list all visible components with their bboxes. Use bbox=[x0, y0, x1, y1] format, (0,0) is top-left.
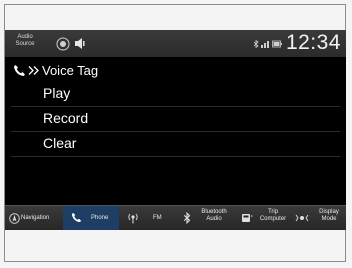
nav-button-fm[interactable]: FM bbox=[119, 206, 175, 230]
phone-icon bbox=[71, 212, 82, 223]
audio-source-label: Audio Source bbox=[15, 34, 35, 47]
speaker-volume-icon[interactable] bbox=[75, 38, 85, 49]
phone-icon bbox=[14, 65, 25, 76]
menu-item-clear[interactable]: Clear bbox=[5, 132, 346, 156]
breadcrumb-chevron-icon bbox=[28, 66, 39, 75]
nav-label: Display Mode bbox=[319, 209, 339, 222]
nav-label: Trip Computer bbox=[259, 209, 287, 222]
menu-item-record[interactable]: Record bbox=[5, 107, 346, 131]
bluetooth-icon bbox=[183, 212, 191, 224]
head-unit-screen: Audio Source 12:34 Voice Tag Play Record… bbox=[5, 30, 346, 230]
nav-button-navigation[interactable]: Navigation bbox=[5, 206, 63, 230]
nav-button-display-mode[interactable]: Display Mode bbox=[289, 206, 346, 230]
display-mode-icon bbox=[295, 214, 309, 222]
status-bar: Audio Source 12:34 bbox=[5, 30, 346, 57]
nav-label: Bluetooth Audio bbox=[201, 209, 227, 222]
menu-item-play[interactable]: Play bbox=[5, 82, 346, 106]
nav-label: Navigation bbox=[21, 215, 50, 221]
voice-control-icon[interactable] bbox=[56, 37, 70, 51]
divider bbox=[11, 156, 340, 157]
nav-button-trip-computer[interactable]: Trip Computer bbox=[233, 206, 289, 230]
bluetooth-status-icon bbox=[253, 40, 259, 48]
fm-radio-icon bbox=[128, 213, 138, 224]
nav-button-phone[interactable]: Phone bbox=[63, 206, 119, 230]
battery-icon bbox=[272, 40, 282, 48]
trip-computer-icon bbox=[242, 214, 253, 222]
audio-source-button[interactable]: Audio Source bbox=[14, 34, 36, 48]
menu-item-label: Record bbox=[43, 110, 89, 126]
nav-label: FM bbox=[153, 215, 162, 221]
nav-label: Phone bbox=[91, 215, 109, 221]
nav-button-bluetooth-audio[interactable]: Bluetooth Audio bbox=[175, 206, 233, 230]
page-title: Voice Tag bbox=[42, 63, 99, 78]
clock: 12:34 bbox=[285, 31, 341, 54]
bottom-nav-bar: Navigation Phone FM Bluetooth Audio Trip… bbox=[5, 205, 346, 230]
navigation-icon bbox=[9, 213, 20, 224]
menu-item-label: Clear bbox=[43, 135, 77, 151]
voice-tag-header[interactable]: Voice Tag bbox=[5, 59, 346, 82]
menu-item-label: Play bbox=[43, 85, 71, 101]
signal-strength-icon bbox=[261, 41, 269, 48]
